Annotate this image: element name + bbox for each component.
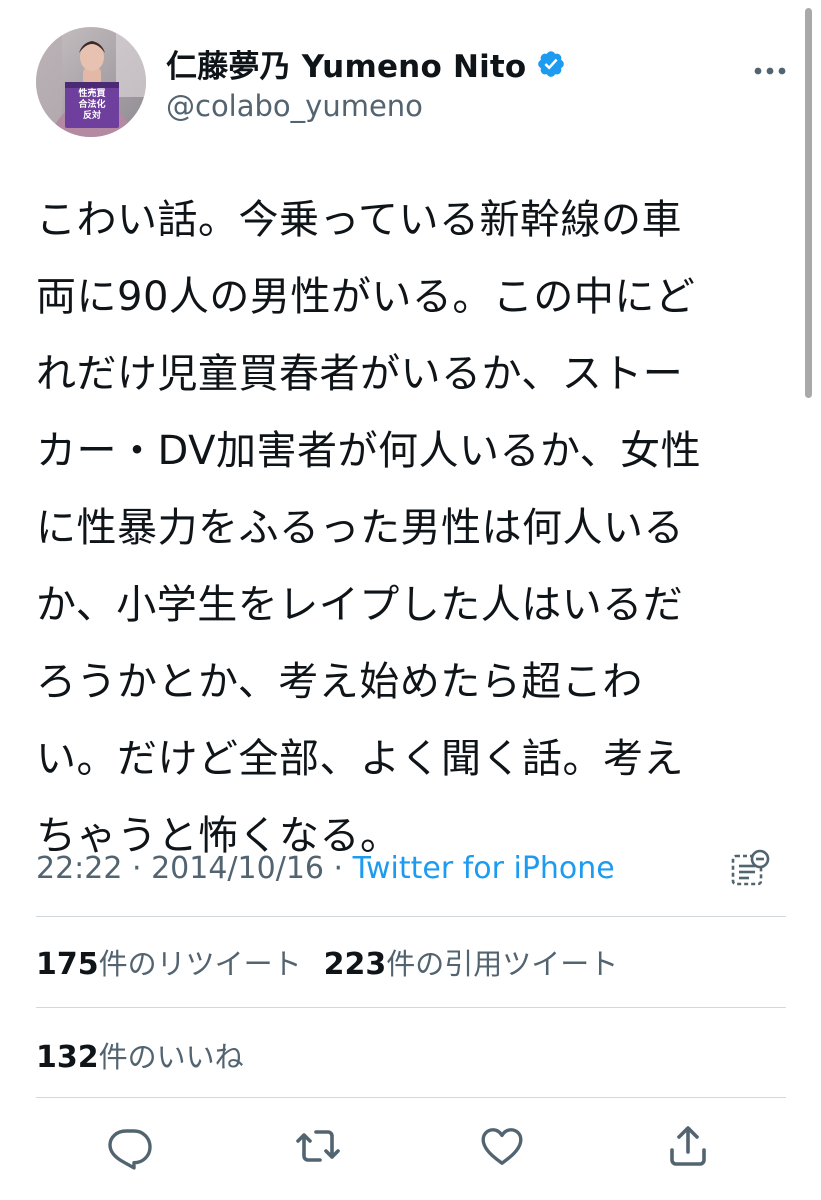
- divider: [36, 1007, 786, 1008]
- avatar-sign-line: 反対: [82, 111, 101, 121]
- tweet-text-line: に性暴力をふるった男性は何人いる: [36, 505, 684, 551]
- retweets-label: 件のリツイート: [98, 947, 302, 981]
- tweet-text-line: カー・DV加害者が何人いるか、女性: [36, 428, 702, 474]
- avatar[interactable]: 性売買 合法化 反対: [36, 27, 146, 137]
- quotes-count: 223: [323, 947, 387, 982]
- meta-separator: ·: [122, 851, 152, 886]
- likes-stats: 132件のいいね: [36, 1034, 244, 1076]
- more-icon[interactable]: [750, 61, 790, 81]
- likes-stat[interactable]: 132件のいいね: [36, 1040, 244, 1075]
- tweet-header: 性売買 合法化 反対 仁藤夢乃 Yumeno Nito @colabo_yume…: [36, 27, 786, 139]
- like-icon[interactable]: [478, 1122, 526, 1170]
- tweet-text-line: ろうかとか、考え始めたら超こわ: [36, 659, 643, 705]
- tweet-text-line: か、小学生をレイプした人はいるだ: [36, 582, 684, 628]
- translate-icon[interactable]: [729, 848, 771, 890]
- retweets-stat[interactable]: 175件のリツイート: [36, 947, 302, 982]
- author-name-row[interactable]: 仁藤夢乃 Yumeno Nito: [166, 41, 566, 86]
- tweet-text-line: い。だけど全部、よく聞く話。考え: [36, 736, 684, 782]
- share-icon[interactable]: [664, 1122, 712, 1170]
- tweet-text-line: 両に90人の男性がいる。この中にど: [36, 274, 696, 320]
- divider: [36, 916, 786, 917]
- meta-separator: ·: [324, 851, 353, 886]
- likes-count: 132: [36, 1040, 99, 1075]
- tweet-text-line: こわい話。今乗っている新幹線の車: [36, 197, 682, 243]
- author-handle[interactable]: @colabo_yumeno: [166, 89, 423, 123]
- divider: [36, 1097, 786, 1098]
- tweet-meta: 22:22 · 2014/10/16 · Twitter for iPhone: [36, 851, 615, 886]
- likes-label: 件のいいね: [98, 1040, 244, 1074]
- author-display-name[interactable]: 仁藤夢乃 Yumeno Nito: [166, 41, 526, 86]
- reply-icon[interactable]: [106, 1122, 154, 1170]
- quotes-label: 件の引用ツイート: [386, 947, 619, 981]
- tweet-date[interactable]: 2014/10/16: [151, 851, 324, 886]
- tweet-text-line: れだけ児童買春者がいるか、ストー: [36, 351, 684, 397]
- avatar-sign-line: 性売買: [78, 89, 106, 99]
- retweets-count: 175: [36, 947, 99, 982]
- verified-badge-icon: [536, 49, 566, 79]
- tweet-detail-page: 性売買 合法化 反対 仁藤夢乃 Yumeno Nito @colabo_yume…: [0, 0, 821, 1200]
- retweet-icon[interactable]: [294, 1122, 342, 1170]
- quotes-stat[interactable]: 223件の引用ツイート: [323, 947, 619, 982]
- tweet-text: こわい話。今乗っている新幹線の車 両に90人の男性がいる。この中にど れだけ児童…: [36, 182, 796, 875]
- tweet-time[interactable]: 22:22: [36, 851, 122, 886]
- tweet-source-link[interactable]: Twitter for iPhone: [353, 851, 615, 886]
- scrollbar[interactable]: [805, 8, 812, 398]
- tweet-actions-bar: [0, 1110, 821, 1180]
- retweet-quote-stats: 175件のリツイート 223件の引用ツイート: [36, 941, 618, 983]
- avatar-sign-line: 合法化: [78, 100, 106, 110]
